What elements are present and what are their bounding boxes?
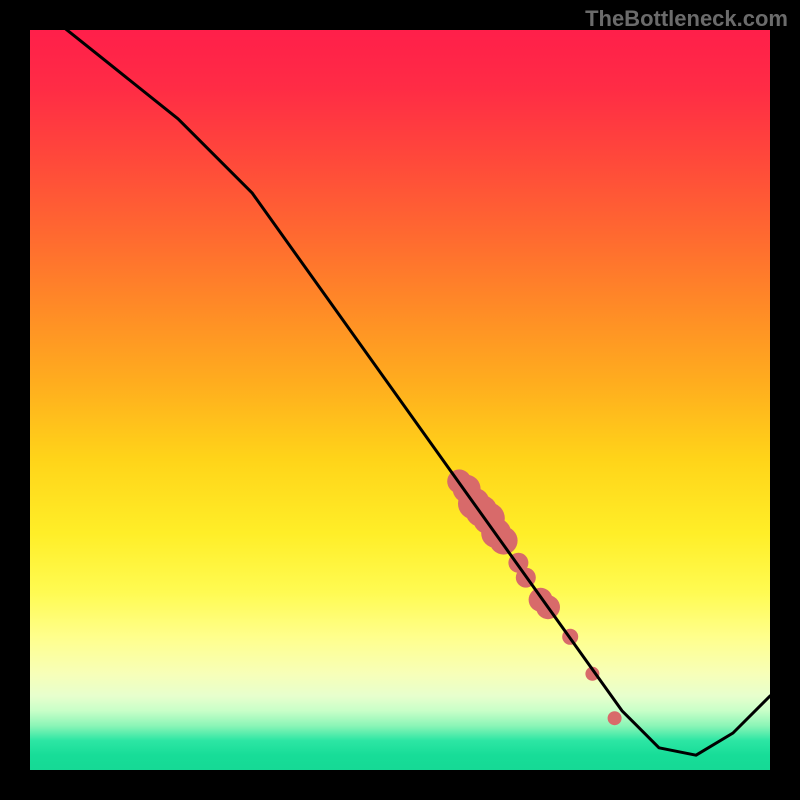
chart-stage: TheBottleneck.com — [0, 0, 800, 800]
curve-line — [30, 30, 770, 755]
scatter-point — [608, 711, 622, 725]
watermark-text: TheBottleneck.com — [585, 6, 788, 32]
scatter-group — [447, 469, 621, 725]
plot-area — [30, 30, 770, 770]
chart-svg — [30, 30, 770, 770]
